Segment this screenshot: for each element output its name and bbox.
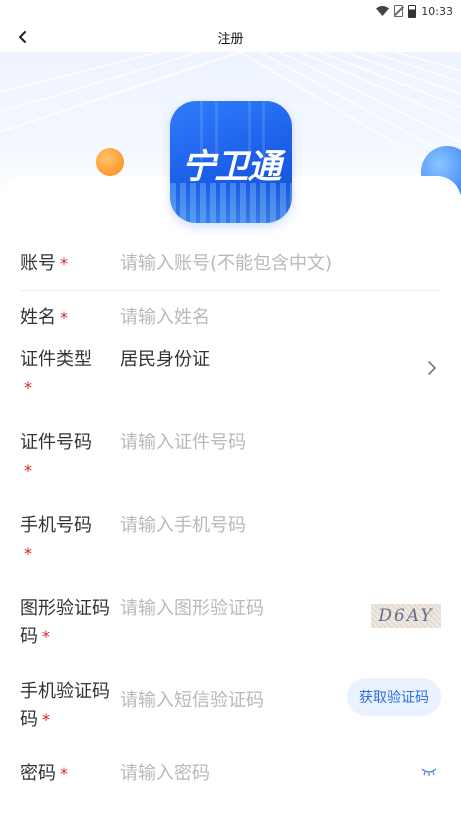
sms-code-row: 手机验证码码* 获取验证码 [20, 676, 441, 758]
phone-row: 手机号码 * [20, 510, 441, 593]
register-form: 账号* 姓名* 证件类型* 居民身份证 证件号码* 手机号码* 图形验证码码* … [20, 236, 441, 808]
chevron-right-icon[interactable] [427, 360, 437, 376]
id-type-label: 证件类型 * [20, 349, 92, 397]
account-row: 账号 * [20, 236, 441, 291]
app-logo: 宁卫通 [170, 101, 292, 223]
get-sms-code-button[interactable]: 获取验证码 [347, 678, 441, 716]
name-row: 姓名 * [20, 291, 441, 343]
no-sim-icon [394, 5, 404, 17]
sms-code-label: 手机验证码码 * [20, 681, 110, 730]
password-label: 密码 * [20, 763, 68, 784]
logo-text: 宁卫通 [181, 147, 282, 187]
back-button[interactable] [12, 25, 34, 49]
captcha-input[interactable] [120, 595, 361, 623]
eye-closed-icon[interactable] [421, 767, 437, 777]
phone-input[interactable] [120, 512, 441, 540]
wifi-icon [376, 6, 390, 16]
phone-label: 手机号码 * [20, 515, 92, 563]
id-type-select[interactable]: 居民身份证 [120, 346, 441, 374]
id-number-row: 证件号码 * [20, 427, 441, 510]
id-number-label: 证件号码 * [20, 432, 92, 480]
back-arrow-icon [19, 31, 26, 43]
id-type-row[interactable]: 证件类型 * 居民身份证 [20, 343, 441, 427]
page-title: 注册 [217, 31, 244, 47]
captcha-row: 图形验证码码* D6AY [20, 593, 441, 676]
orange-decor-ball [96, 148, 124, 176]
account-input[interactable] [120, 250, 441, 278]
name-label: 姓名 * [20, 307, 68, 328]
status-time: 10:33 [421, 4, 453, 18]
nav-bar: 注册 [0, 22, 461, 52]
status-bar: 10:33 [0, 0, 461, 22]
captcha-label: 图形验证码码 * [20, 598, 110, 647]
id-number-input[interactable] [120, 429, 441, 457]
captcha-image[interactable]: D6AY [371, 604, 441, 628]
battery-icon [408, 4, 417, 18]
sms-code-input[interactable] [120, 687, 345, 715]
password-row: 密码 * [20, 758, 441, 808]
password-input[interactable] [120, 760, 441, 788]
account-label: 账号 * [20, 253, 68, 274]
logo-grid [170, 183, 292, 223]
name-input[interactable] [120, 304, 441, 332]
